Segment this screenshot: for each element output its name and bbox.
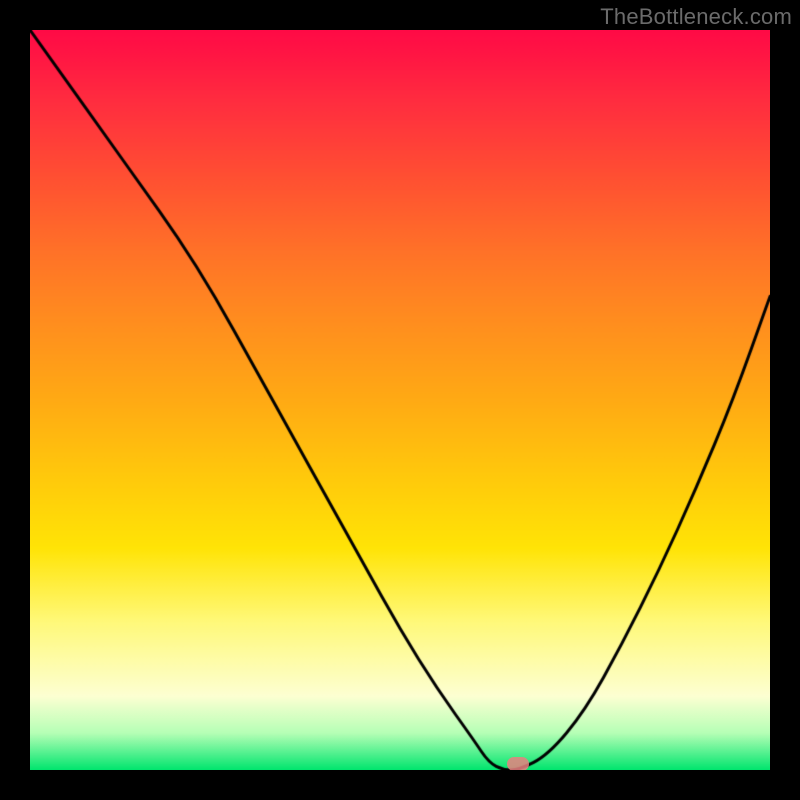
optimal-point-marker (507, 757, 529, 771)
plot-area (30, 30, 770, 770)
chart-container: TheBottleneck.com (0, 0, 800, 800)
frame-left (0, 0, 30, 800)
frame-bottom (0, 770, 800, 800)
frame-right (770, 0, 800, 800)
bottleneck-curve-line (30, 30, 770, 770)
watermark-label: TheBottleneck.com (600, 4, 792, 30)
